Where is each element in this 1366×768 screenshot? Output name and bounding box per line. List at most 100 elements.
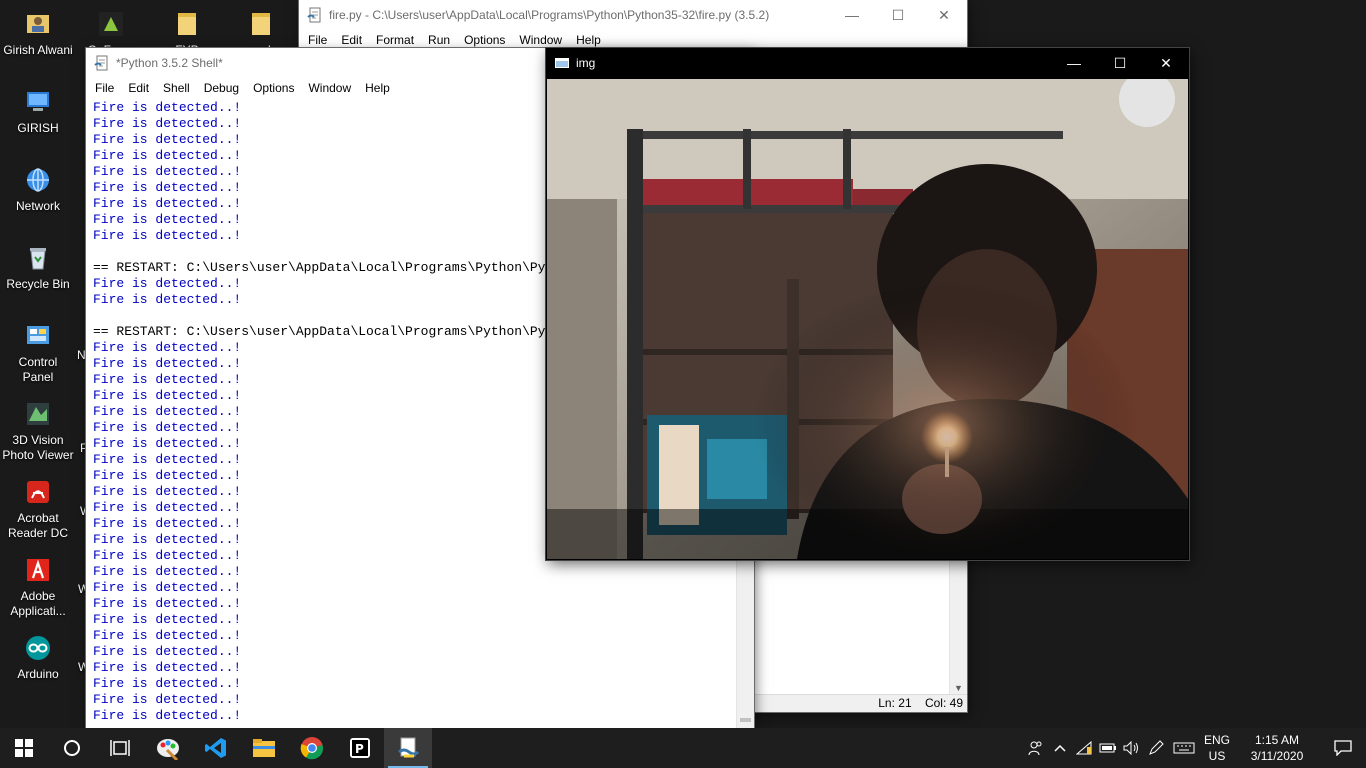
- editor-titlebar[interactable]: fire.py - C:\Users\user\AppData\Local\Pr…: [299, 0, 967, 30]
- menu-options[interactable]: Options: [246, 81, 301, 95]
- minimize-button[interactable]: —: [1051, 48, 1097, 78]
- scroll-down-arrow-icon[interactable]: ▼: [954, 683, 963, 693]
- shell-output-line: Fire is detected..!: [93, 628, 242, 643]
- webcam-image: [547, 79, 1188, 559]
- minimize-button[interactable]: —: [829, 0, 875, 30]
- app-window-icon: [555, 58, 569, 68]
- control-panel-icon: [22, 320, 54, 352]
- windows-logo-icon: [15, 739, 33, 757]
- task-view-icon: [110, 740, 130, 756]
- idle-document-icon: [307, 7, 321, 23]
- desktop-icon-user-folder[interactable]: Girish Alwani: [0, 8, 76, 58]
- language-region: US: [1208, 749, 1226, 763]
- network-icon: [22, 164, 54, 196]
- menu-format[interactable]: Format: [369, 33, 421, 47]
- desktop-icon-control-panel[interactable]: Control Panel: [0, 320, 76, 385]
- shell-output-line: Fire is detected..!: [93, 644, 242, 659]
- folder-icon: [245, 8, 277, 40]
- pen-button[interactable]: [1144, 728, 1168, 768]
- taskbar-chrome[interactable]: [288, 728, 336, 768]
- clock[interactable]: 1:15 AM 3/11/2020: [1234, 732, 1320, 764]
- people-button[interactable]: [1024, 728, 1048, 768]
- desktop-icon-recycle-bin[interactable]: Recycle Bin: [0, 242, 76, 292]
- desktop-icon-arduino[interactable]: Arduino: [0, 632, 76, 682]
- shell-output-line: Fire is detected..!: [93, 596, 242, 611]
- paint-icon: [157, 739, 179, 760]
- menu-debug[interactable]: Debug: [197, 81, 246, 95]
- people-icon: [1028, 741, 1042, 756]
- search-button[interactable]: [48, 728, 96, 768]
- clock-date: 3/11/2020: [1250, 749, 1304, 763]
- shell-title: *Python 3.5.2 Shell*: [116, 56, 223, 70]
- taskbar-python-idle[interactable]: [384, 728, 432, 768]
- maximize-button[interactable]: ☐: [875, 0, 921, 30]
- volume-button[interactable]: [1120, 728, 1144, 768]
- column-number: Col: 49: [924, 696, 963, 710]
- menu-window[interactable]: Window: [512, 33, 569, 47]
- vscode-icon: [205, 738, 226, 758]
- desktop-icon-this-pc[interactable]: GIRISH: [0, 86, 76, 136]
- adobe-icon: [22, 554, 54, 586]
- desktop-icon-adobe-application[interactable]: Adobe Applicati...: [0, 554, 76, 619]
- pycharm-icon: P: [350, 738, 370, 758]
- computer-icon: [22, 86, 54, 118]
- input-language[interactable]: ENG US: [1200, 732, 1234, 764]
- touch-keyboard-button[interactable]: [1168, 728, 1200, 768]
- line-number: Ln: 21: [878, 696, 912, 710]
- action-center-button[interactable]: [1320, 728, 1366, 768]
- wifi-warning-icon: [1076, 741, 1092, 755]
- menu-options[interactable]: Options: [457, 33, 512, 47]
- acrobat-icon: [22, 476, 54, 508]
- close-button[interactable]: ✕: [921, 0, 967, 30]
- menu-file[interactable]: File: [88, 81, 121, 95]
- menu-help[interactable]: Help: [358, 81, 397, 95]
- battery-button[interactable]: [1096, 728, 1120, 768]
- svg-text:P: P: [355, 742, 364, 756]
- desktop-icon-3d-vision[interactable]: 3D Vision Photo Viewer: [0, 398, 76, 463]
- shell-output-line: Fire is detected..!: [93, 612, 242, 627]
- menu-shell[interactable]: Shell: [156, 81, 197, 95]
- webcam-frame: [547, 79, 1188, 559]
- pen-icon: [1149, 740, 1164, 755]
- shell-output-line: Fire is detected..!: [93, 564, 242, 579]
- img-titlebar[interactable]: img — ☐ ✕: [546, 48, 1189, 78]
- start-button[interactable]: [0, 728, 48, 768]
- menu-window[interactable]: Window: [301, 81, 358, 95]
- folder-icon: [171, 8, 203, 40]
- menu-edit[interactable]: Edit: [121, 81, 156, 95]
- img-window[interactable]: img — ☐ ✕: [546, 48, 1189, 560]
- wifi-button[interactable]: [1072, 728, 1096, 768]
- shell-output-line: Fire is detected..!: [93, 708, 242, 723]
- close-button[interactable]: ✕: [1143, 48, 1189, 78]
- shell-output-line: Fire is detected..!: [93, 660, 242, 675]
- chrome-icon: [300, 737, 324, 760]
- desktop-icon-network[interactable]: Network: [0, 164, 76, 214]
- notification-icon: [1334, 740, 1352, 756]
- menu-help[interactable]: Help: [569, 33, 608, 47]
- partial-desktop-label: N: [77, 348, 86, 362]
- menu-file[interactable]: File: [301, 33, 334, 47]
- desktop-icon-acrobat[interactable]: Acrobat Reader DC: [0, 476, 76, 541]
- task-view-button[interactable]: [96, 728, 144, 768]
- keyboard-icon: [1173, 742, 1195, 754]
- taskbar-vscode[interactable]: [192, 728, 240, 768]
- idle-shell-icon: [94, 55, 108, 71]
- arduino-icon: [22, 632, 54, 664]
- taskbar: P ENG US 1:15 AM 3/11/2020: [0, 728, 1366, 768]
- show-hidden-icons-button[interactable]: [1048, 728, 1072, 768]
- volume-icon: [1123, 741, 1138, 755]
- maximize-button[interactable]: ☐: [1097, 48, 1143, 78]
- recycle-bin-icon: [22, 242, 54, 274]
- taskbar-file-explorer[interactable]: [240, 728, 288, 768]
- file-explorer-icon: [253, 739, 275, 757]
- menu-edit[interactable]: Edit: [334, 33, 369, 47]
- shell-output-line: Fire is detected..!: [93, 676, 242, 691]
- img-title: img: [576, 56, 596, 70]
- clock-time: 1:15 AM: [1254, 733, 1300, 747]
- menu-run[interactable]: Run: [421, 33, 457, 47]
- user-folder-icon: [22, 8, 54, 40]
- scroll-thumb[interactable]: [740, 718, 751, 722]
- editor-title: fire.py - C:\Users\user\AppData\Local\Pr…: [329, 8, 770, 22]
- taskbar-pycharm[interactable]: P: [336, 728, 384, 768]
- taskbar-paint[interactable]: [144, 728, 192, 768]
